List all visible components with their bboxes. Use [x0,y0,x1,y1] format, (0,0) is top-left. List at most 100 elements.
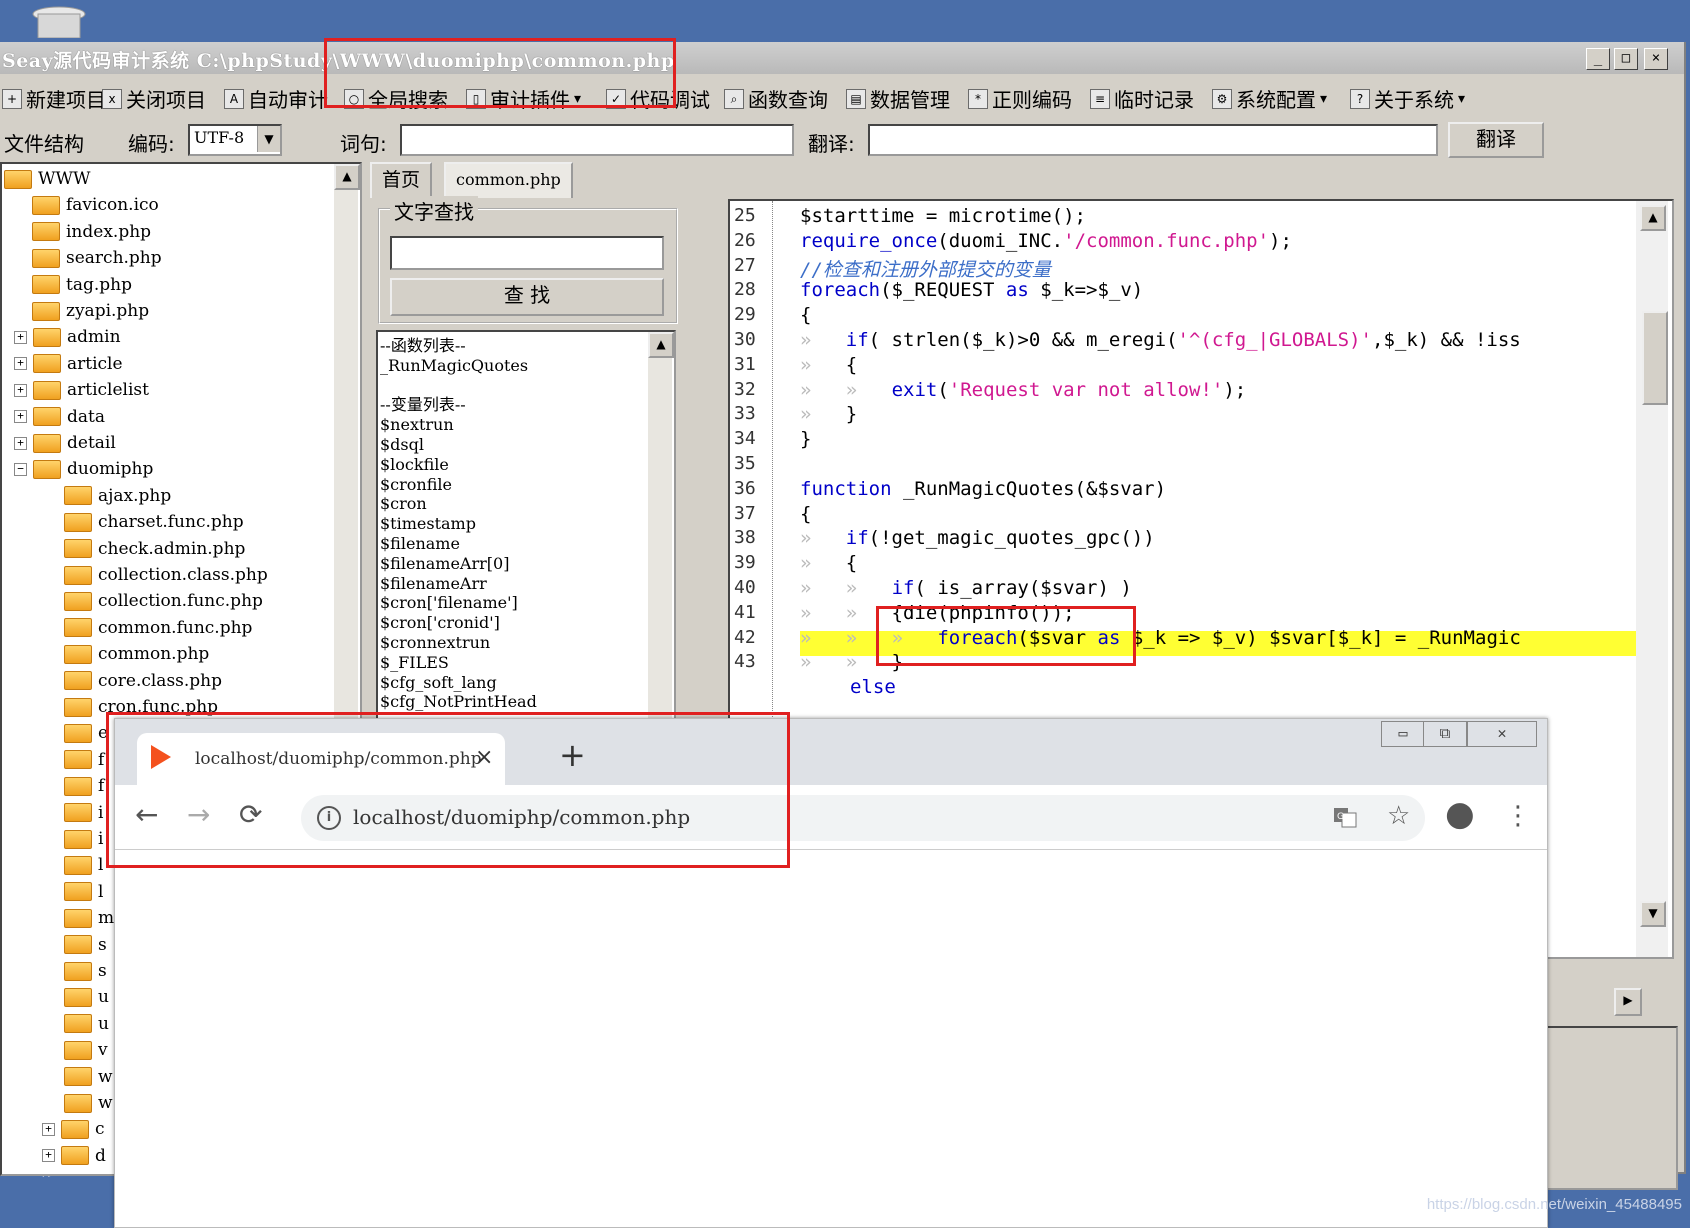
tree-item[interactable]: ajax.php [64,483,171,509]
tree-item[interactable]: + data [14,404,105,430]
tree-item[interactable]: u [64,984,109,1010]
tree-item[interactable]: s [64,932,107,958]
account-icon[interactable]: ● [1445,797,1475,831]
toolbar-regex[interactable]: * 正则编码 [968,84,1072,113]
tree-item[interactable]: i [64,826,103,852]
list-item[interactable]: $cronnextrun [380,633,537,653]
tree-item[interactable]: v [64,1037,108,1063]
list-item[interactable]: $filenameArr [380,574,537,594]
tree-item[interactable]: w [64,1090,113,1116]
tree-item[interactable]: + admin [14,324,121,350]
list-item[interactable]: $lockfile [380,455,537,475]
tree-item[interactable]: index.php [32,219,151,245]
find-button[interactable]: 查 找 [390,278,664,316]
list-item[interactable]: $filenameArr[0] [380,554,537,574]
tree-item[interactable]: collection.class.php [64,562,268,588]
toolbar-close-project[interactable]: x 关闭项目 [102,84,206,113]
scroll-up-icon[interactable]: ▲ [1640,205,1666,231]
scroll-thumb[interactable] [1642,311,1668,405]
expand-icon[interactable]: + [14,436,27,450]
expand-icon[interactable]: + [42,1122,55,1136]
tree-item[interactable]: + c [42,1116,105,1142]
scroll-up-icon[interactable]: ▲ [648,332,674,358]
list-item[interactable]: $_FILES [380,653,537,673]
tree-item[interactable]: + articlelist [14,377,149,403]
expand-icon[interactable]: + [14,330,27,344]
list-item[interactable]: $cron['cronid'] [380,613,537,633]
minimize-button[interactable]: _ [1586,48,1610,70]
list-item[interactable]: $nextrun [380,415,537,435]
tree-item[interactable]: core.class.php [64,668,222,694]
expand-icon[interactable]: + [14,410,27,424]
list-item[interactable]: --变量列表-- [380,395,537,415]
toolbar-about[interactable]: ? 关于系统 ▾ [1350,84,1465,113]
list-item[interactable]: --函数列表-- [380,336,537,356]
translate-icon[interactable]: G [1333,805,1357,837]
search-input[interactable] [390,236,664,270]
menu-icon[interactable]: ⋮ [1505,801,1531,831]
tree-item[interactable]: common.php [64,641,209,667]
tree-item[interactable]: collection.func.php [64,588,263,614]
encoding-select[interactable]: UTF-8 ▼ [188,124,282,156]
toolbar-settings[interactable]: ⚙ 系统配置 ▾ [1212,84,1327,113]
toolbar-function-lookup[interactable]: ⌕ 函数查询 [724,84,828,113]
tree-item[interactable]: − duomiphp [14,456,153,482]
tree-item[interactable]: l [64,879,103,905]
tree-item[interactable]: search.php [32,245,162,271]
tree-item[interactable]: tag.php [32,272,132,298]
scroll-up-icon[interactable]: ▲ [334,164,360,190]
tree-item[interactable]: + d [42,1143,106,1169]
tree-item[interactable]: f [64,773,104,799]
tree-item[interactable]: l [64,852,103,878]
browser-close-button[interactable]: ✕ [1467,721,1537,747]
toolbar-data-manage[interactable]: ▤ 数据管理 [846,84,950,113]
list-item[interactable]: $cfg_soft_lang [380,673,537,693]
translate-input[interactable] [868,124,1438,156]
toolbar-notes[interactable]: ≡ 临时记录 [1090,84,1194,113]
tree-item[interactable]: e [64,720,108,746]
list-item[interactable]: $dsql [380,435,537,455]
code-scrollbar[interactable]: ▲ ▼ [1636,201,1668,957]
tree-item[interactable]: f [64,747,104,773]
list-item[interactable]: $cronfile [380,475,537,495]
recycle-bin-icon[interactable] [30,6,88,39]
scroll-down-icon[interactable]: ▼ [1640,901,1666,927]
toolbar-new-project[interactable]: + 新建项目 [2,84,106,113]
tree-item[interactable]: common.func.php [64,615,252,641]
tree-item[interactable]: + detail [14,430,116,456]
function-variable-list[interactable]: --函数列表-- _RunMagicQuotes --变量列表-- $nextrun $… [376,330,676,764]
toolbar-auto-audit[interactable]: A 自动审计 [224,84,328,113]
scroll-right-icon[interactable]: ▶ [1614,988,1642,1016]
chevron-down-icon[interactable]: ▼ [257,126,280,152]
tree-item[interactable]: zyapi.php [32,298,149,324]
tree-item[interactable]: favicon.ico [32,192,159,218]
list-scrollbar[interactable]: ▲ [648,332,674,762]
app-titlebar[interactable]: Seay源代码审计系统 C:\phpStudy\WWW\duomiphp\com… [0,42,1684,74]
tree-item[interactable]: s [64,958,107,984]
tree-item[interactable]: + article [14,351,123,377]
star-icon[interactable]: ☆ [1387,801,1410,831]
list-item[interactable]: $cron [380,494,537,514]
tree-item[interactable]: u [64,1011,109,1037]
word-input[interactable] [400,124,794,156]
list-item[interactable]: _RunMagicQuotes [380,356,537,376]
tree-item[interactable]: check.admin.php [64,536,245,562]
list-item[interactable] [380,376,537,396]
list-item[interactable]: $cron['filename'] [380,593,537,613]
expand-icon[interactable]: + [14,383,27,397]
tree-item[interactable]: w [64,1064,113,1090]
close-button[interactable]: × [1644,48,1668,70]
translate-button[interactable]: 翻译 [1448,122,1544,158]
expand-icon[interactable]: + [14,357,27,371]
browser-minimize-button[interactable]: ▭ [1381,721,1425,747]
browser-restore-button[interactable]: ⧉ [1423,721,1467,747]
tree-item[interactable]: charset.func.php [64,509,244,535]
tree-item[interactable]: i [64,800,103,826]
tree-root[interactable]: WWW [4,166,90,192]
maximize-button[interactable]: □ [1614,48,1638,70]
collapse-icon[interactable]: − [14,462,27,476]
tab-home[interactable]: 首页 [370,162,433,198]
list-item[interactable]: $filename [380,534,537,554]
list-item[interactable]: $timestamp [380,514,537,534]
expand-icon[interactable]: + [42,1149,55,1163]
